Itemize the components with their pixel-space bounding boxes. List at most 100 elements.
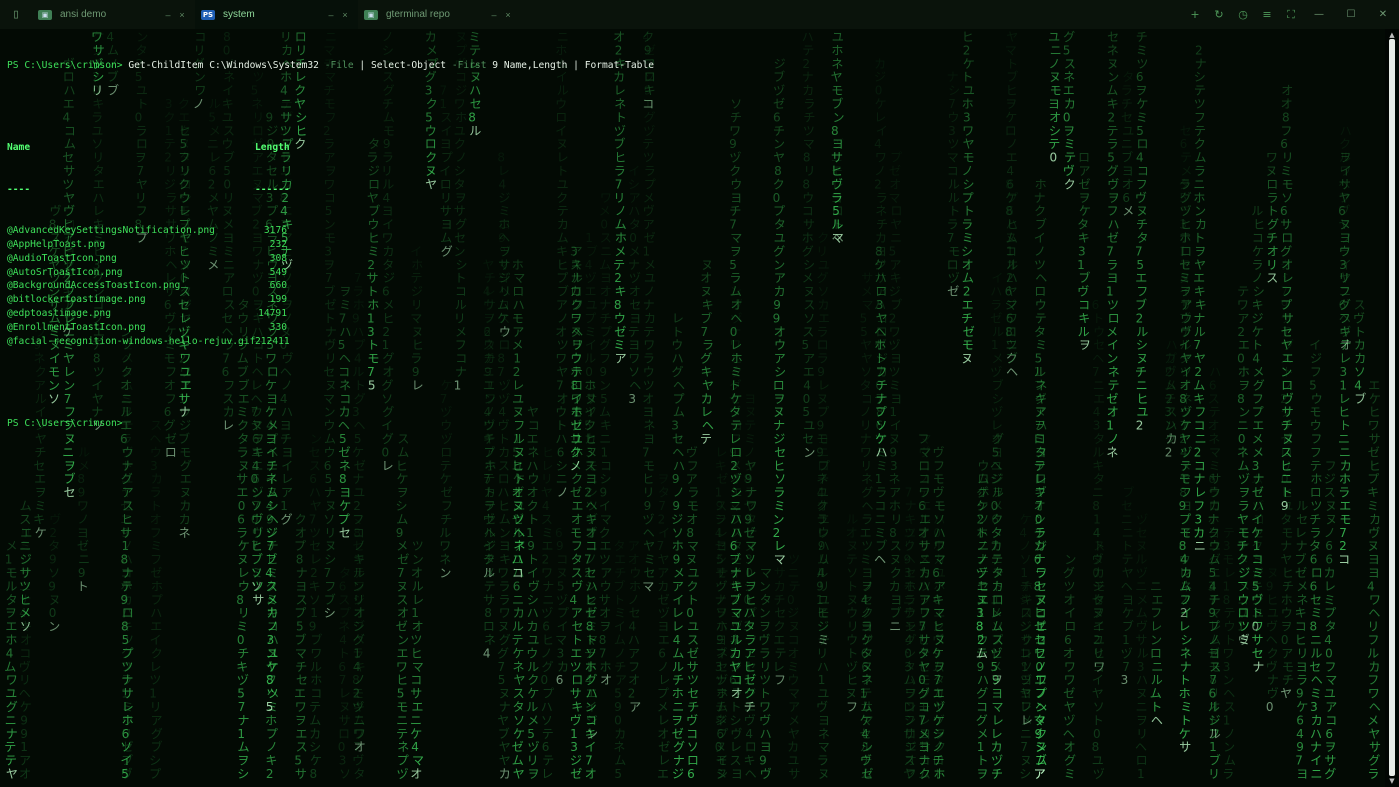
reload-icon[interactable]: ↻ <box>1207 0 1231 29</box>
window-maximize-button[interactable]: ☐ <box>1335 0 1367 29</box>
rain-glyph: キ <box>1251 579 1263 593</box>
tab-minimize-button[interactable]: – <box>161 10 175 20</box>
window-minimize-button[interactable]: — <box>1303 0 1335 29</box>
rain-glyph: エ <box>803 365 815 379</box>
window-close-button[interactable]: ✕ <box>1367 0 1399 29</box>
rain-glyph: 1 <box>991 338 999 352</box>
fullscreen-icon[interactable]: ⛶ <box>1279 0 1303 29</box>
rain-glyph: ブ <box>890 297 902 312</box>
sidebar-toggle-icon[interactable]: ▯ <box>0 0 32 29</box>
rain-glyph: カ <box>1354 338 1366 352</box>
tab-gterminal-repo[interactable]: ▣ gterminal repo – × <box>358 0 521 29</box>
rain-glyph: 6 <box>557 445 565 459</box>
tab-ansi-demo[interactable]: ▣ ansi demo – × <box>32 0 195 29</box>
rain-glyph: ユ <box>1122 124 1134 138</box>
rain-glyph: タ <box>339 566 351 580</box>
rain-glyph: ユ <box>1137 405 1149 419</box>
rain-glyph: グ <box>861 486 873 500</box>
rain-glyph: ヴ <box>933 485 945 500</box>
rain-glyph: ジ <box>1310 352 1322 366</box>
rain-glyph: ジ <box>773 432 785 446</box>
rain-glyph: ヒ <box>1295 633 1307 647</box>
tab-minimize-button[interactable]: – <box>324 10 338 20</box>
rain-glyph: コ <box>686 727 698 741</box>
rain-glyph: ブ <box>498 726 510 741</box>
rain-glyph: ロ <box>1064 620 1076 634</box>
rain-glyph: サ <box>1179 740 1191 754</box>
rain-glyph: ウ <box>600 579 612 593</box>
rain-glyph: ノ <box>1034 244 1046 258</box>
rain-glyph: ミ <box>1367 499 1379 513</box>
rain-glyph: オ <box>1340 338 1352 352</box>
rain-glyph: ハ <box>150 606 162 620</box>
rain-glyph: ヌ <box>788 620 800 634</box>
rain-glyph: ヨ <box>1296 767 1308 781</box>
rain-glyph: チ <box>614 566 626 580</box>
rain-glyph: ロ <box>687 754 699 768</box>
rain-glyph: ホ <box>265 713 277 727</box>
rain-glyph: ナ <box>1180 660 1192 674</box>
rain-glyph: ラ <box>816 512 828 526</box>
rain-glyph: ハ <box>904 673 916 687</box>
rain-glyph: ユ <box>121 472 133 486</box>
rain-glyph: ン <box>773 512 785 526</box>
rain-glyph: ヅ <box>990 365 1002 379</box>
rain-glyph: ミ <box>20 539 32 553</box>
vertical-scrollbar[interactable]: ▲ ▼ <box>1385 29 1399 787</box>
rain-glyph: ト <box>1093 539 1105 553</box>
scroll-up-icon[interactable]: ▲ <box>1387 31 1397 39</box>
rain-glyph: 3 <box>745 553 753 567</box>
rain-glyph: マ <box>729 499 741 513</box>
rain-glyph: イ <box>1034 231 1046 245</box>
rain-glyph: シ <box>774 365 786 379</box>
rain-glyph: ツ <box>512 512 524 526</box>
rain-glyph: タ <box>731 539 743 553</box>
tab-close-button[interactable]: × <box>501 10 515 20</box>
rain-glyph: ニ <box>890 231 902 245</box>
tab-system[interactable]: PS system – × <box>195 0 358 29</box>
rain-glyph: プ <box>149 767 161 781</box>
rain-glyph: 2 <box>963 43 971 57</box>
rain-glyph: ユ <box>818 258 830 272</box>
rain-glyph: ラ <box>1194 164 1206 178</box>
rain-glyph: ジ <box>672 767 684 781</box>
rain-glyph: ホ <box>889 499 901 513</box>
new-tab-icon[interactable]: + <box>1183 0 1207 29</box>
rain-glyph: ゼ <box>354 459 366 473</box>
terminal-output[interactable]: PS C:\Users\crimson> Get-ChildItem C:\Wi… <box>7 31 654 445</box>
rain-glyph: ス <box>1165 405 1177 419</box>
tab-close-button[interactable]: × <box>175 10 189 20</box>
rain-glyph: ロ <box>1150 646 1162 660</box>
tab-minimize-button[interactable]: – <box>487 10 501 20</box>
rain-glyph: フ <box>1194 405 1206 419</box>
rain-glyph: コ <box>976 700 988 714</box>
rain-glyph: テ <box>1107 124 1119 138</box>
rain-glyph: ク <box>1064 177 1076 191</box>
rain-glyph: ラ <box>1252 258 1264 272</box>
rain-glyph: ヴ <box>731 297 743 312</box>
rain-glyph: ヤ <box>541 486 553 500</box>
rain-glyph: リ <box>120 727 132 741</box>
rain-glyph: プ <box>294 606 306 620</box>
rain-glyph: ク <box>904 539 916 553</box>
scroll-down-icon[interactable]: ▼ <box>1387 777 1397 785</box>
rain-glyph: タ <box>1093 472 1105 486</box>
separator-name: ---- <box>7 183 31 195</box>
rain-glyph: ア <box>629 700 641 714</box>
scrollbar-thumb[interactable] <box>1389 39 1395 776</box>
rain-glyph: リ <box>1208 687 1220 701</box>
rain-glyph: キ <box>1295 606 1307 620</box>
history-icon[interactable]: ◷ <box>1231 0 1255 29</box>
rain-glyph: ラ <box>1106 258 1118 272</box>
rain-glyph: ム <box>672 646 684 660</box>
rain-glyph: エ <box>5 620 17 634</box>
rain-glyph: メ <box>861 285 873 299</box>
tab-close-button[interactable]: × <box>338 10 352 20</box>
rain-glyph: ヒ <box>642 472 654 486</box>
rain-glyph: 8 <box>802 177 810 191</box>
settings-icon[interactable]: ≡ <box>1255 0 1279 29</box>
rain-glyph: ヘ <box>1135 740 1147 754</box>
rain-glyph: カ <box>701 392 713 406</box>
rain-glyph: ヲ <box>1108 191 1120 205</box>
rain-glyph: ナ <box>905 499 917 513</box>
